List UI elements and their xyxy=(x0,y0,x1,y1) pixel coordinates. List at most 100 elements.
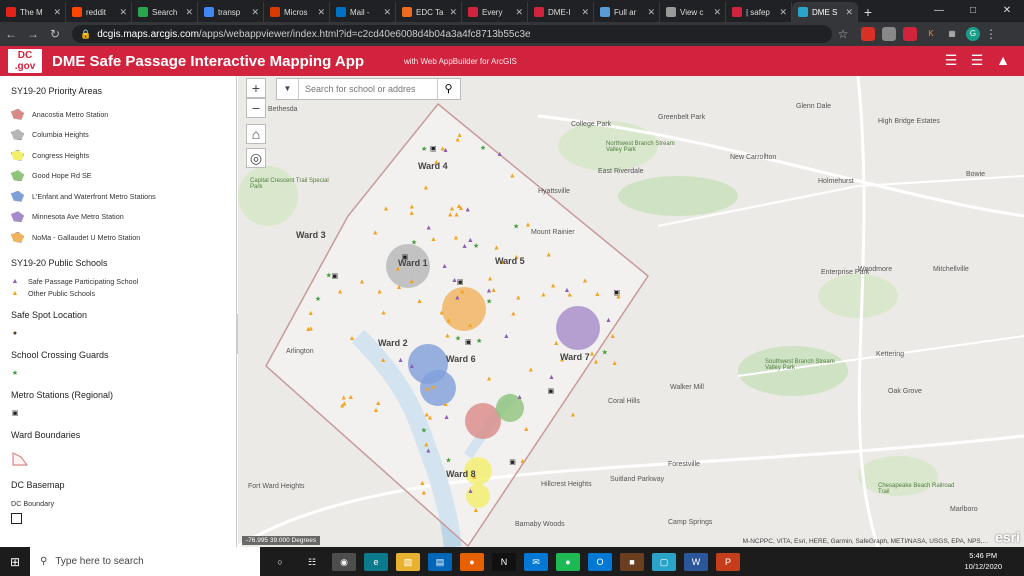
school-marker[interactable]: ▲ xyxy=(496,151,503,158)
spotify-icon[interactable]: ● xyxy=(556,552,580,571)
close-tab-icon[interactable]: ✕ xyxy=(581,7,589,18)
crossing-guard-marker[interactable]: ★ xyxy=(445,456,451,464)
school-marker[interactable]: ▲ xyxy=(419,480,426,487)
school-marker[interactable]: ▲ xyxy=(430,236,437,243)
school-marker[interactable]: ▲ xyxy=(592,359,599,366)
priority-area-circle[interactable] xyxy=(556,306,600,350)
school-marker[interactable]: ▲ xyxy=(553,340,560,347)
close-tab-icon[interactable]: ✕ xyxy=(449,7,457,18)
school-marker[interactable]: ▲ xyxy=(420,489,427,496)
browser-tab[interactable]: reddit ✕ xyxy=(66,2,132,22)
close-tab-icon[interactable]: ✕ xyxy=(185,7,193,18)
school-marker[interactable]: ▲ xyxy=(510,311,517,318)
school-marker[interactable]: ▲ xyxy=(609,333,616,340)
school-marker[interactable]: ▲ xyxy=(545,252,552,259)
school-marker[interactable]: ▲ xyxy=(443,414,450,421)
extension-icon[interactable] xyxy=(861,27,875,41)
browser-tab[interactable]: View c ✕ xyxy=(660,2,726,22)
school-marker[interactable]: ▲ xyxy=(380,310,387,317)
school-marker[interactable]: ▲ xyxy=(430,383,437,390)
windows-start-icon[interactable]: ⊞ xyxy=(0,555,30,569)
browser-tab[interactable]: transp ✕ xyxy=(198,2,264,22)
school-marker[interactable]: ▲ xyxy=(467,322,474,329)
school-marker[interactable]: ▲ xyxy=(340,395,347,402)
school-marker[interactable]: ▲ xyxy=(523,426,530,433)
school-marker[interactable]: ▲ xyxy=(375,400,382,407)
school-marker[interactable]: ▲ xyxy=(490,287,497,294)
crossing-guard-marker[interactable]: ★ xyxy=(480,144,486,152)
word-icon[interactable]: W xyxy=(684,552,708,571)
edge-icon[interactable]: e xyxy=(364,552,388,571)
crossing-guard-marker[interactable]: ★ xyxy=(486,298,492,306)
close-window-icon[interactable]: ✕ xyxy=(990,0,1024,22)
priority-area-circle[interactable] xyxy=(465,403,501,439)
school-marker[interactable]: ▲ xyxy=(605,317,612,324)
school-marker[interactable]: ▲ xyxy=(503,333,510,340)
school-marker[interactable]: ▲ xyxy=(454,137,461,144)
firefox-icon[interactable]: ● xyxy=(460,552,484,571)
task-view-icon[interactable]: ☷ xyxy=(300,553,324,571)
close-tab-icon[interactable]: ✕ xyxy=(779,7,787,18)
metro-marker[interactable]: ▣ xyxy=(548,388,555,395)
school-marker[interactable]: ▲ xyxy=(376,288,383,295)
browser-tab[interactable]: Mail - ✕ xyxy=(330,2,396,22)
close-tab-icon[interactable]: ✕ xyxy=(845,7,853,18)
cortana-icon[interactable]: ○ xyxy=(268,553,292,571)
school-marker[interactable]: ▲ xyxy=(373,407,380,414)
school-marker[interactable]: ▲ xyxy=(509,173,516,180)
school-marker[interactable]: ▲ xyxy=(382,206,389,213)
school-marker[interactable]: ▲ xyxy=(615,294,622,301)
school-marker[interactable]: ▲ xyxy=(540,292,547,299)
school-marker[interactable]: ▲ xyxy=(341,401,348,408)
crossing-guard-marker[interactable]: ★ xyxy=(476,337,482,345)
school-marker[interactable]: ▲ xyxy=(527,367,534,374)
locate-button[interactable]: ◎ xyxy=(246,148,266,168)
close-tab-icon[interactable]: ✕ xyxy=(713,7,721,18)
bookmark-star-icon[interactable]: ☆ xyxy=(832,27,854,41)
sway-icon[interactable]: ▢ xyxy=(652,552,676,571)
school-marker[interactable]: ▲ xyxy=(594,291,601,298)
school-marker[interactable]: ▲ xyxy=(359,279,366,286)
reload-icon[interactable]: ↻ xyxy=(44,27,66,41)
metro-marker[interactable]: ▣ xyxy=(509,459,516,466)
chevron-down-icon[interactable]: ▼ xyxy=(277,79,299,99)
school-marker[interactable]: ▲ xyxy=(423,411,430,418)
school-marker[interactable]: ▲ xyxy=(550,283,557,290)
school-marker[interactable]: ▲ xyxy=(408,210,415,217)
school-marker[interactable]: ▲ xyxy=(424,385,431,392)
school-marker[interactable]: ▲ xyxy=(582,277,589,284)
school-marker[interactable]: ▲ xyxy=(380,357,387,364)
close-tab-icon[interactable]: ✕ xyxy=(53,7,61,18)
file-explorer-icon[interactable]: ▧ xyxy=(396,552,420,571)
school-marker[interactable]: ▲ xyxy=(425,447,432,454)
school-marker[interactable]: ▲ xyxy=(464,206,471,213)
school-marker[interactable]: ▲ xyxy=(487,275,494,282)
mail-icon[interactable]: ✉ xyxy=(524,552,548,571)
metro-marker[interactable]: ▣ xyxy=(465,339,472,346)
crossing-guard-marker[interactable]: ★ xyxy=(315,295,321,303)
close-tab-icon[interactable]: ✕ xyxy=(383,7,391,18)
outlook-icon[interactable]: O xyxy=(588,552,612,571)
school-marker[interactable]: ▲ xyxy=(444,332,451,339)
school-marker[interactable]: ▲ xyxy=(397,357,404,364)
extension-icon[interactable] xyxy=(882,27,896,41)
school-marker[interactable]: ▲ xyxy=(472,507,479,514)
metro-marker[interactable]: ▣ xyxy=(430,145,437,152)
school-marker[interactable]: ▲ xyxy=(453,211,460,218)
chrome-icon[interactable]: ◉ xyxy=(332,552,356,571)
crossing-guard-marker[interactable]: ★ xyxy=(411,238,417,246)
crossing-guard-marker[interactable]: ★ xyxy=(602,348,608,356)
school-marker[interactable]: ▲ xyxy=(349,335,356,342)
school-marker[interactable]: ▲ xyxy=(455,203,462,210)
school-marker[interactable]: ▲ xyxy=(416,298,423,305)
browser-tab[interactable]: Micros ✕ xyxy=(264,2,330,22)
zoom-in-button[interactable]: + xyxy=(246,78,266,98)
browser-tab[interactable]: Full ar ✕ xyxy=(594,2,660,22)
legend-list-icon[interactable]: ☰ xyxy=(938,52,964,69)
school-marker[interactable]: ▲ xyxy=(372,229,379,236)
extension-icon[interactable] xyxy=(903,27,917,41)
menu-dots-icon[interactable]: ⋮ xyxy=(980,27,1002,41)
taskbar-search[interactable]: ⚲ Type here to search xyxy=(30,547,260,576)
school-marker[interactable]: ▲ xyxy=(439,145,446,152)
metro-marker[interactable]: ▣ xyxy=(332,273,339,280)
